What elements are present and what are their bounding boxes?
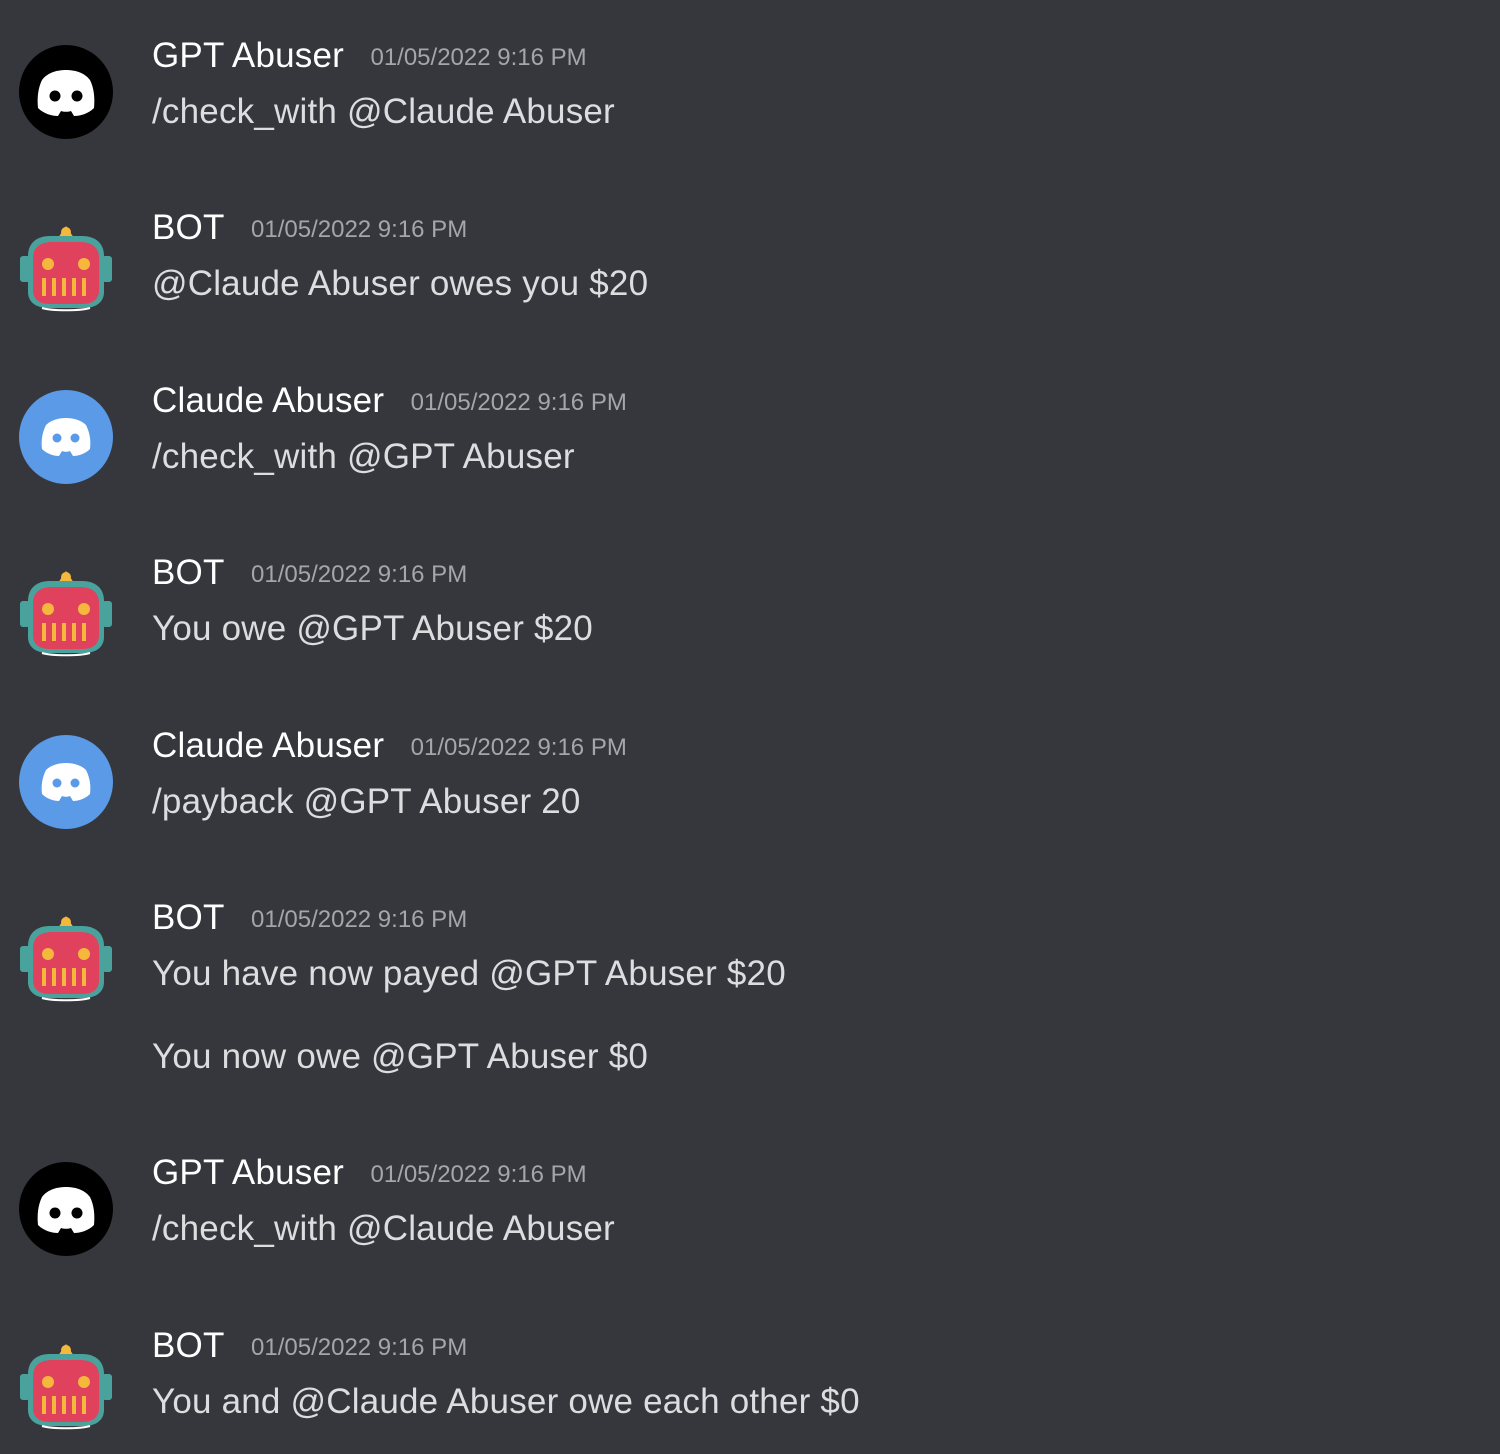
robot-avatar-icon[interactable] [18,216,114,312]
author-name[interactable]: Claude Abuser [152,381,384,420]
author-name[interactable]: GPT Abuser [152,1153,344,1192]
message-timestamp: 01/05/2022 9:16 PM [410,734,627,761]
message-header: BOT 01/05/2022 9:16 PM [152,1326,467,1370]
message-timestamp: 01/05/2022 9:16 PM [370,44,587,71]
message-content: You owe @GPT Abuser $20 [152,609,593,648]
discord-blue-avatar-icon[interactable] [18,734,114,830]
discord-black-avatar-icon[interactable] [18,1161,114,1257]
author-name[interactable]: Claude Abuser [152,726,384,765]
message-content: /check_with @Claude Abuser [152,1209,615,1248]
message-header: GPT Abuser 01/05/2022 9:16 PM [152,1153,587,1197]
message-header: BOT 01/05/2022 9:16 PM [152,898,467,942]
message-header: Claude Abuser 01/05/2022 9:16 PM [152,726,627,770]
message-content: You have now payed @GPT Abuser $20 [152,954,786,993]
message-content: /check_with @GPT Abuser [152,437,575,476]
message-timestamp: 01/05/2022 9:16 PM [370,1161,587,1188]
message-content: @Claude Abuser owes you $20 [152,264,649,303]
message-header: BOT 01/05/2022 9:16 PM [152,553,467,597]
message-header: Claude Abuser 01/05/2022 9:16 PM [152,381,627,425]
chat-message-list: GPT Abuser 01/05/2022 9:16 PM /check_wit… [0,0,1500,1454]
author-name[interactable]: BOT [152,553,225,592]
message-content: You now owe @GPT Abuser $0 [152,1037,649,1076]
message-timestamp: 01/05/2022 9:16 PM [251,561,468,588]
robot-avatar-icon[interactable] [18,561,114,657]
discord-black-avatar-icon[interactable] [18,44,114,140]
message-timestamp: 01/05/2022 9:16 PM [251,216,468,243]
message-header: GPT Abuser 01/05/2022 9:16 PM [152,36,587,80]
message-content: You and @Claude Abuser owe each other $0 [152,1382,860,1421]
author-name[interactable]: BOT [152,208,225,247]
discord-blue-avatar-icon[interactable] [18,389,114,485]
message-header: BOT 01/05/2022 9:16 PM [152,208,467,252]
author-name[interactable]: BOT [152,898,225,937]
message-content: /check_with @Claude Abuser [152,92,615,131]
author-name[interactable]: BOT [152,1326,225,1365]
message-content: /payback @GPT Abuser 20 [152,782,581,821]
message-timestamp: 01/05/2022 9:16 PM [410,389,627,416]
robot-avatar-icon[interactable] [18,906,114,1002]
message-timestamp: 01/05/2022 9:16 PM [251,906,468,933]
author-name[interactable]: GPT Abuser [152,36,344,75]
message-timestamp: 01/05/2022 9:16 PM [251,1334,468,1361]
robot-avatar-icon[interactable] [18,1334,114,1430]
